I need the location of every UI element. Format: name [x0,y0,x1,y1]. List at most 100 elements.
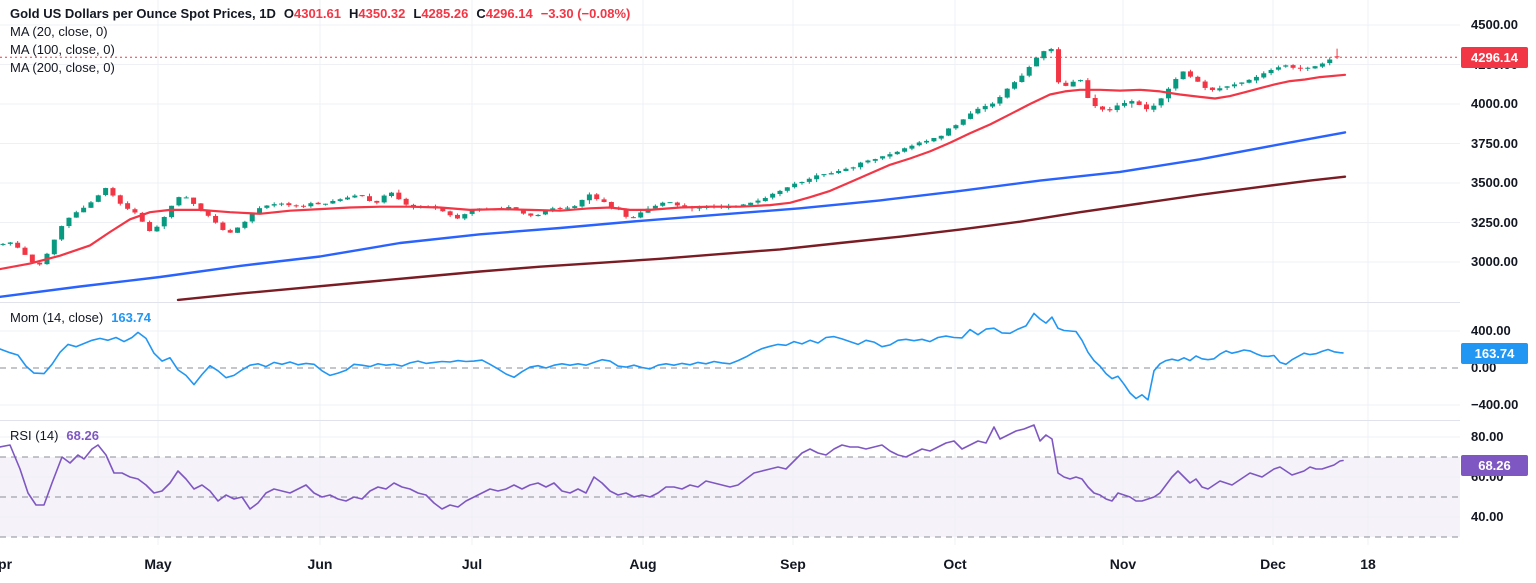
candle-body [37,263,42,265]
time-axis-label: May [144,556,171,572]
rsi-value: 68.26 [66,428,99,443]
momentum-pane[interactable]: Mom (14, close)163.74 [0,302,1460,420]
candle-body [829,173,834,174]
price-axis-label: 3000.00 [1471,253,1518,271]
candle-body [448,211,453,215]
candle-body [382,196,387,203]
time-axis-label: Jun [308,556,333,572]
candle-body [653,206,658,209]
candle-body [602,199,607,202]
candle-body [1225,86,1230,87]
price-axis-pane[interactable]: 4500.004250.004000.003750.003500.003250.… [1460,0,1536,583]
candle-body [360,195,365,196]
candle-body [594,194,599,199]
candle-body [1137,101,1142,105]
time-axis-label: Nov [1110,556,1136,572]
ma100-line [0,132,1345,296]
candle-body [345,197,350,199]
candle-body [52,240,57,255]
price-axis-label: 4000.00 [1471,95,1518,113]
candle-body [909,146,914,149]
candle-body [1159,98,1164,105]
candle-body [975,109,980,114]
ohlc-open-label: O [284,6,294,21]
candle-body [74,212,79,217]
momentum-legend-row[interactable]: Mom (14, close)163.74 [10,310,151,325]
candle-body [997,97,1002,104]
candle-body [374,201,379,203]
candle-body [1188,71,1193,76]
candle-body [1056,49,1061,82]
candle-body [792,184,797,188]
time-axis-label: Aug [629,556,656,572]
candle-body [103,188,108,195]
price-chart-pane[interactable]: Gold US Dollars per Ounce Spot Prices, 1… [0,0,1460,302]
candle-body [1034,58,1039,67]
rsi-pane[interactable]: RSI (14)68.26 [0,420,1460,545]
change-value: −3.30 (−0.08%) [541,6,631,21]
candle-body [983,106,988,109]
time-axis-label: Apr [0,556,12,572]
momentum-canvas [0,302,1460,420]
symbol-legend-row[interactable]: Gold US Dollars per Ounce Spot Prices, 1… [10,5,630,23]
price-axis-label: 80.00 [1471,428,1504,446]
candle-body [1071,82,1076,87]
candle-body [939,136,944,139]
candle-body [154,227,159,232]
candle-body [946,128,951,135]
candle-body [580,200,585,207]
candle-body [1269,70,1274,73]
candle-body [367,196,372,201]
candle-body [323,204,328,205]
indicator-row-ma200[interactable]: MA (200, close, 0) [10,59,630,77]
candle-body [1327,60,1332,64]
candle-body [220,223,225,230]
candle-body [807,179,812,182]
rsi-legend-row[interactable]: RSI (14)68.26 [10,428,99,443]
candle-body [668,202,673,203]
time-axis-label: Sep [780,556,806,572]
candle-body [565,208,570,209]
price-axis-label: 4500.00 [1471,16,1518,34]
time-axis-pane[interactable]: AprMayJunJulAugSepOctNovDec18 [0,545,1460,583]
candle-body [770,194,775,198]
candle-body [330,201,335,204]
candle-body [1,244,6,245]
candle-body [118,195,123,203]
ohlc-high-label: H [349,6,358,21]
candle-body [316,203,321,204]
candle-body [110,188,115,195]
pane-separator[interactable] [0,420,1460,421]
candle-body [1093,98,1098,106]
candle-body [1115,105,1120,110]
rsi-value-badge: 68.26 [1461,455,1528,476]
candle-body [660,203,665,206]
candle-body [873,159,878,161]
ohlc-close-value: 4296.14 [486,6,533,21]
candle-body [1203,82,1208,88]
current-price-badge: 4296.14 [1461,47,1528,68]
time-axis-label: Dec [1260,556,1286,572]
pane-separator[interactable] [0,302,1460,303]
candle-body [1195,77,1200,82]
candle-body [308,203,313,206]
candle-body [389,193,394,196]
candle-body [609,202,614,207]
candle-body [865,160,870,162]
time-axis-label: Jul [462,556,482,572]
candle-body [675,203,680,206]
candle-body [301,206,306,207]
candle-body [1247,80,1252,83]
legend-block: Gold US Dollars per Ounce Spot Prices, 1… [10,5,630,77]
candle-body [257,208,262,213]
indicator-row-ma20[interactable]: MA (20, close, 0) [10,23,630,41]
candle-body [162,217,167,226]
candle-body [836,171,841,173]
candle-body [755,201,760,203]
candle-body [1151,106,1156,110]
candle-body [147,222,152,231]
indicator-row-ma100[interactable]: MA (100, close, 0) [10,41,630,59]
candle-body [843,169,848,171]
candle-body [1239,82,1244,83]
candle-body [763,198,768,201]
